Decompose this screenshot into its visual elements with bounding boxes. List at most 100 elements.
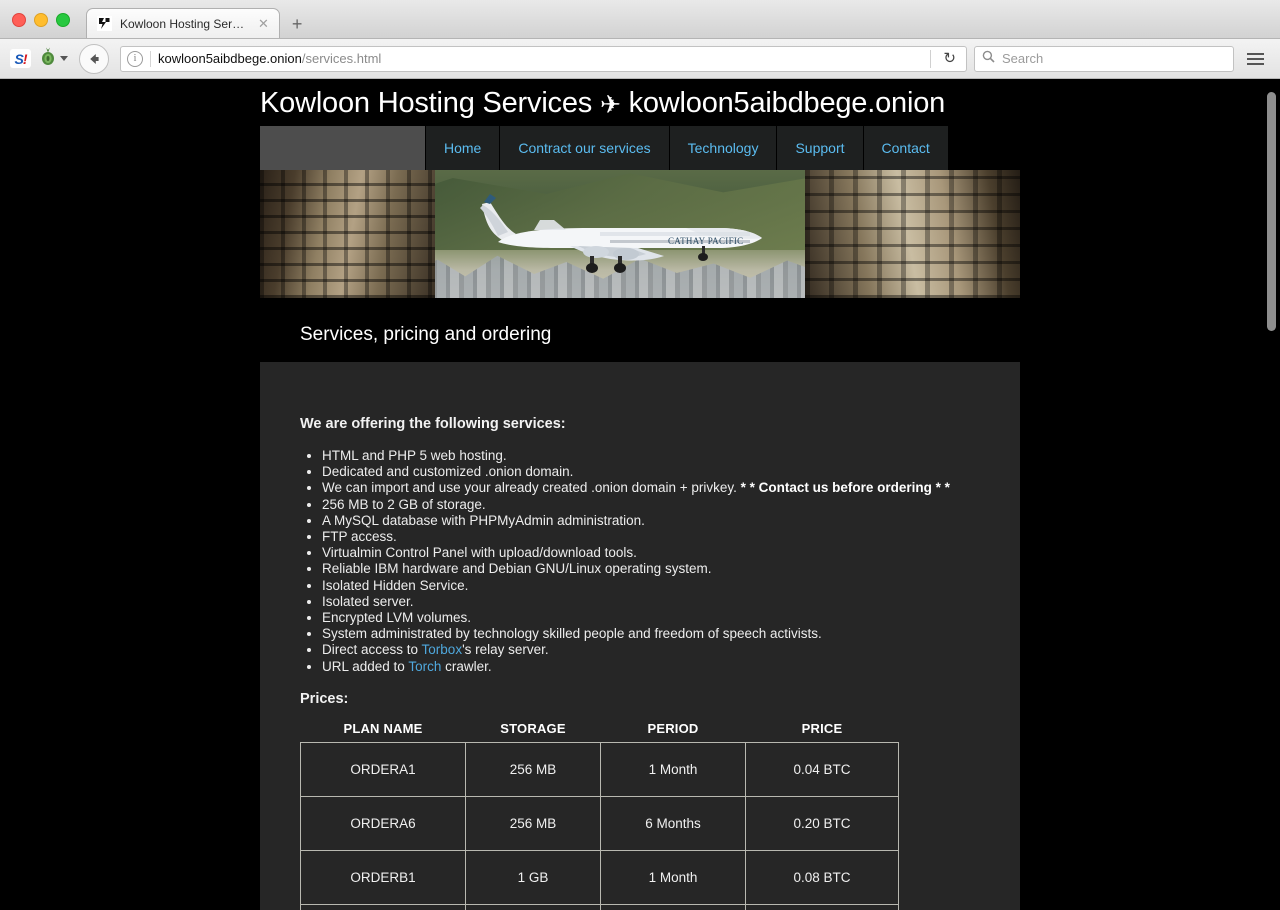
- service-list-item: Direct access to Torbox's relay server.: [322, 642, 980, 658]
- close-window-button[interactable]: [12, 13, 26, 27]
- pricing-table-body: ORDERA1 256 MB 1 Month 0.04 BTC ORDERA6 256 M…: [300, 741, 899, 910]
- scrollbar-thumb[interactable]: [1267, 92, 1276, 331]
- close-tab-icon[interactable]: ✕: [256, 17, 271, 30]
- browser-toolbar: S! i kowloon5aibdbege.onion/services.htm…: [0, 39, 1280, 79]
- service-list-item: We can import and use your already creat…: [322, 480, 980, 496]
- pricing-table-cell: 1 Month: [600, 849, 746, 905]
- nav-cell-blank: [260, 126, 426, 170]
- pricing-table-cell: [600, 903, 746, 910]
- service-list-item: Isolated server.: [322, 594, 980, 610]
- pricing-table-cell: 256 MB: [465, 795, 601, 851]
- nav-link-label[interactable]: Contract our services: [500, 140, 668, 156]
- browser-window: Kowloon Hosting Services ... ✕ + S!: [0, 0, 1280, 910]
- search-input[interactable]: Search: [974, 45, 1234, 72]
- scrollbar-track[interactable]: [1263, 79, 1280, 910]
- address-bar[interactable]: i kowloon5aibdbege.onion/services.html ↻: [120, 45, 967, 72]
- airplane-icon: ✈: [599, 91, 621, 119]
- pricing-table-column-header: PLAN NAME: [343, 720, 423, 736]
- pricing-table: PLAN NAME STORAGE PERIOD PRICE ORDERA1 256 M…: [300, 721, 899, 910]
- info-icon[interactable]: i: [127, 50, 143, 67]
- pricing-table-cell: 0.04 BTC: [745, 741, 899, 797]
- page-content: Kowloon Hosting Services ✈ kowloon5aibdb…: [260, 79, 1020, 910]
- page-viewport: Kowloon Hosting Services ✈ kowloon5aibdb…: [0, 79, 1280, 910]
- service-list-item: A MySQL database with PHPMyAdmin adminis…: [322, 513, 980, 529]
- pricing-table-cell: ORDERA1: [300, 741, 466, 797]
- service-list-item: Encrypted LVM volumes.: [322, 610, 980, 626]
- nav-item-contact[interactable]: Contact: [863, 126, 948, 170]
- scriptsafe-icon[interactable]: S!: [10, 49, 31, 68]
- service-link-torbox[interactable]: Torbox: [422, 642, 463, 657]
- banner-left-building: [260, 170, 435, 298]
- pricing-table-cell: 1 Month: [600, 741, 746, 797]
- content-panel: We are offering the following services: …: [260, 362, 1020, 910]
- tor-onion-icon: [38, 46, 58, 71]
- reload-icon[interactable]: ↻: [939, 51, 960, 66]
- service-list-item: Dedicated and customized .onion domain.: [322, 464, 980, 480]
- pricing-table-row: ORDERB1 1 GB 1 Month 0.08 BTC: [300, 849, 899, 905]
- pricing-table-row: ORDERA6 256 MB 6 Months 0.20 BTC: [300, 795, 899, 851]
- services-list: HTML and PHP 5 web hosting.Dedicated and…: [300, 448, 980, 675]
- browser-titlebar: Kowloon Hosting Services ... ✕ +: [0, 0, 1280, 39]
- pricing-table-column-header: PRICE: [801, 720, 843, 736]
- nav-link-label[interactable]: Support: [777, 140, 862, 156]
- nav-item-contract-our-services[interactable]: Contract our services: [500, 126, 670, 170]
- tor-onion-button[interactable]: [38, 46, 68, 71]
- svg-text:CATHAY PACIFIC: CATHAY PACIFIC: [668, 236, 743, 246]
- page-title-domain: kowloon5aibdbege.onion: [628, 87, 946, 119]
- page-title-text: Kowloon Hosting Services: [260, 87, 593, 119]
- pricing-table-cell: 0.20 BTC: [745, 795, 899, 851]
- banner-image: CATHAY PACIFIC: [260, 170, 1020, 298]
- prices-heading: Prices:: [300, 690, 349, 707]
- pricing-table-column-header: PERIOD: [647, 720, 699, 736]
- services-heading: We are offering the following services:: [300, 416, 566, 432]
- pricing-table-cell: 1 GB: [465, 849, 601, 905]
- section-heading: Services, pricing and ordering: [300, 324, 552, 345]
- toolbar-divider: [930, 49, 932, 68]
- service-list-item: 256 MB to 2 GB of storage.: [322, 497, 980, 513]
- pricing-table-header-row: PLAN NAME STORAGE PERIOD PRICE: [301, 721, 899, 743]
- chevron-down-icon: [60, 56, 68, 61]
- nav-link-label[interactable]: Home: [426, 140, 499, 156]
- search-icon: [982, 50, 995, 68]
- service-list-item: HTML and PHP 5 web hosting.: [322, 448, 980, 464]
- tab-title: Kowloon Hosting Services ...: [120, 16, 248, 31]
- hamburger-menu-icon[interactable]: [1241, 49, 1270, 69]
- new-tab-button[interactable]: +: [292, 15, 303, 33]
- address-bar-actions: ↻: [930, 49, 960, 68]
- url-path: /services.html: [301, 51, 382, 66]
- service-list-item: URL added to Torch crawler.: [322, 659, 980, 675]
- pricing-table-cell: 256 MB: [465, 741, 601, 797]
- tab-strip: Kowloon Hosting Services ... ✕ +: [86, 8, 302, 38]
- pricing-table-row: ORDERA1 256 MB 1 Month 0.04 BTC: [300, 741, 899, 797]
- service-link-torch[interactable]: Torch: [408, 659, 441, 674]
- nav-item-support[interactable]: Support: [777, 126, 864, 170]
- nav-item-home[interactable]: Home: [426, 126, 501, 170]
- nav-link-label[interactable]: Contact: [864, 140, 948, 156]
- address-bar-text: kowloon5aibdbege.onion/services.html: [158, 51, 381, 66]
- scriptsafe-icon-letter: S: [14, 50, 23, 67]
- browser-tab[interactable]: Kowloon Hosting Services ... ✕: [86, 8, 280, 38]
- service-list-item: Isolated Hidden Service.: [322, 578, 980, 594]
- maximize-window-button[interactable]: [56, 13, 70, 27]
- pricing-table-cell: 6 Months: [600, 795, 746, 851]
- minimize-window-button[interactable]: [34, 13, 48, 27]
- pricing-table-cell: ORDERB1: [300, 849, 466, 905]
- pricing-table-cell: ORDERA6: [300, 795, 466, 851]
- airplane-photo-icon: CATHAY PACIFIC: [480, 194, 762, 273]
- service-list-item: Reliable IBM hardware and Debian GNU/Lin…: [322, 561, 980, 577]
- site-navigation: Home Contract our services Technology Suppo…: [260, 126, 1020, 170]
- page-scrollbar[interactable]: [1263, 79, 1280, 910]
- pricing-table-cell: [745, 903, 899, 910]
- service-list-item: Virtualmin Control Panel with upload/dow…: [322, 545, 980, 561]
- back-button[interactable]: [79, 43, 109, 74]
- banner-right-building: [805, 170, 1020, 298]
- scriptsafe-icon-bang: !: [22, 50, 28, 67]
- pricing-table-cell: [300, 903, 466, 910]
- nav-item-technology[interactable]: Technology: [669, 126, 778, 170]
- nav-link-label[interactable]: Technology: [670, 140, 777, 156]
- pricing-table-row: [300, 903, 899, 910]
- service-emphasis: * * Contact us before ordering * *: [740, 480, 950, 496]
- pricing-table-cell: 0.08 BTC: [745, 849, 899, 905]
- service-list-item: System administrated by technology skill…: [322, 626, 980, 642]
- page-title: Kowloon Hosting Services ✈ kowloon5aibdb…: [260, 79, 1020, 126]
